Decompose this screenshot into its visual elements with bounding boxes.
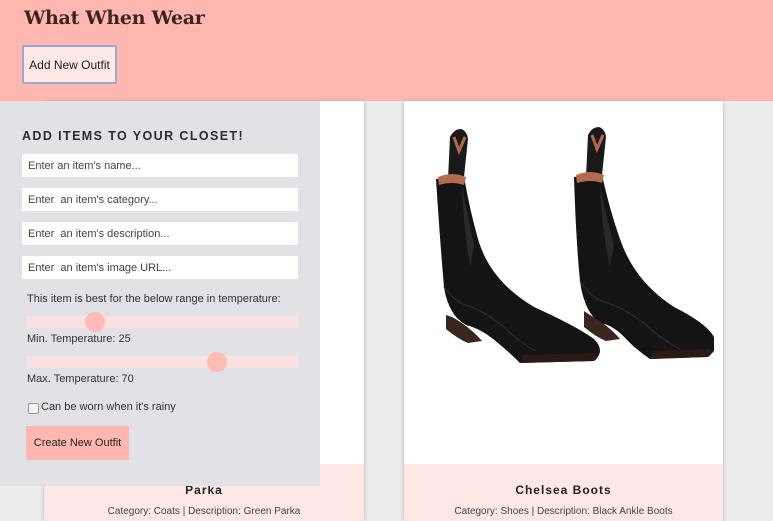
chelsea-boots-image — [436, 127, 714, 363]
item-category-input[interactable] — [22, 188, 298, 211]
max-temperature-slider-thumb[interactable] — [206, 352, 227, 372]
card-description: Category: Coats | Description: Green Par… — [107, 506, 301, 517]
right-boot — [574, 127, 714, 359]
rainy-checkbox-label: Can be worn when it's rainy — [41, 401, 176, 413]
temperature-range-caption: This item is best for the below range in… — [27, 293, 281, 305]
min-temperature-slider[interactable] — [27, 312, 298, 332]
item-card-chelsea-boots[interactable]: Chelsea Boots Category: Shoes | Descript… — [404, 101, 723, 521]
min-temperature-label: Min. Temperature: 25 — [27, 333, 131, 345]
item-image-url-input[interactable] — [22, 256, 298, 279]
card-title: Chelsea Boots — [515, 483, 612, 497]
app-header: What When Wear Add New Outfit — [0, 0, 773, 101]
create-new-outfit-button[interactable]: Create New Outfit — [26, 426, 129, 460]
panel-heading: ADD ITEMS TO YOUR CLOSET! — [22, 129, 245, 143]
rainy-checkbox[interactable] — [28, 403, 39, 414]
item-name-input[interactable] — [22, 154, 298, 177]
left-boot — [436, 129, 600, 363]
card-description: Category: Shoes | Description: Black Ank… — [454, 506, 673, 517]
item-description-input[interactable] — [22, 222, 298, 245]
min-temperature-slider-thumb[interactable] — [84, 312, 105, 332]
add-item-panel: ADD ITEMS TO YOUR CLOSET! This item is b… — [0, 101, 320, 486]
app-title: What When Wear — [24, 7, 205, 29]
max-temperature-label: Max. Temperature: 70 — [27, 373, 134, 385]
add-new-outfit-button[interactable]: Add New Outfit — [22, 45, 117, 84]
max-temperature-slider[interactable] — [27, 352, 298, 372]
